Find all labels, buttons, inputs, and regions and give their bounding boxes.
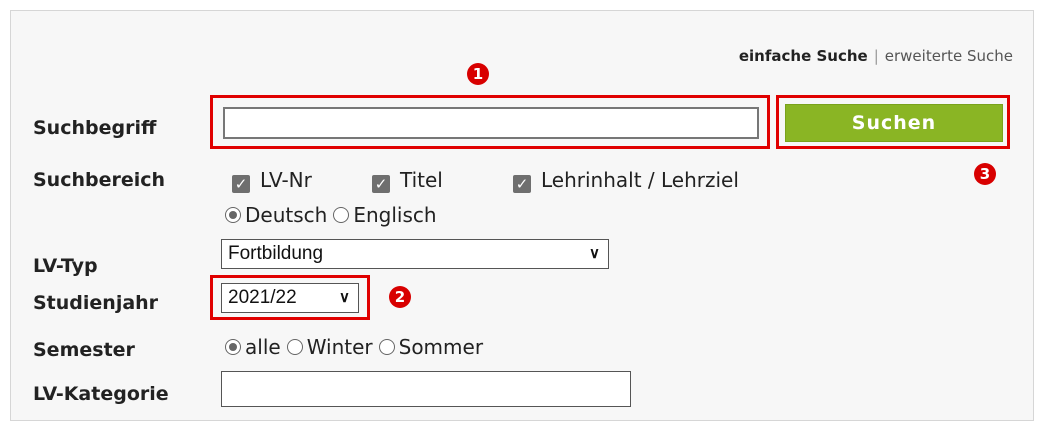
checkbox-lv-nr[interactable]: ✓ LV-Nr xyxy=(232,168,312,193)
radio-unchecked-icon xyxy=(333,207,350,223)
label-suchbegriff: Suchbegriff xyxy=(33,117,157,139)
checkbox-label: Lehrinhalt / Lehrziel xyxy=(541,168,739,192)
radio-label: Winter xyxy=(306,335,373,359)
search-button[interactable]: Suchen xyxy=(785,104,1003,142)
chevron-down-icon: ∨ xyxy=(589,245,600,262)
radio-checked-icon xyxy=(225,207,241,223)
lv-typ-selected-value: Fortbildung xyxy=(228,243,324,264)
annotation-badge-2: 2 xyxy=(389,286,411,308)
simple-search-link[interactable]: einfache Suche xyxy=(739,47,868,65)
checkbox-checked-icon: ✓ xyxy=(513,175,531,193)
checkbox-titel[interactable]: ✓ Titel xyxy=(372,168,443,193)
lv-typ-select[interactable]: Fortbildung ∨ xyxy=(221,239,609,269)
semester-radio-group: alle Winter Sommer xyxy=(225,335,489,359)
label-studienjahr: Studienjahr xyxy=(33,292,159,314)
radio-checked-icon xyxy=(225,339,241,355)
search-input[interactable] xyxy=(223,107,759,139)
checkbox-lehrinhalt[interactable]: ✓ Lehrinhalt / Lehrziel xyxy=(513,168,739,193)
language-radio-group: Deutsch Englisch xyxy=(225,203,443,227)
mode-separator: | xyxy=(873,47,879,65)
radio-sommer[interactable]: Sommer xyxy=(378,335,484,359)
advanced-search-link[interactable]: erweiterte Suche xyxy=(885,47,1013,65)
radio-englisch[interactable]: Englisch xyxy=(333,203,437,227)
chevron-down-icon: ∨ xyxy=(339,289,350,306)
radio-label: Englisch xyxy=(353,203,437,227)
label-suchbereich: Suchbereich xyxy=(33,169,166,191)
label-lv-typ: LV-Typ xyxy=(33,255,98,277)
studienjahr-selected-value: 2021/22 xyxy=(228,287,297,308)
radio-unchecked-icon xyxy=(378,339,395,355)
radio-alle[interactable]: alle xyxy=(225,335,281,359)
radio-deutsch[interactable]: Deutsch xyxy=(225,203,327,227)
search-mode-links: einfache Suche | erweiterte Suche xyxy=(739,47,1013,65)
annotation-badge-1: 1 xyxy=(467,63,489,85)
checkbox-checked-icon: ✓ xyxy=(232,175,250,193)
search-panel: einfache Suche | erweiterte Suche 1 Suchbe… xyxy=(10,10,1034,421)
studienjahr-select[interactable]: 2021/22 ∨ xyxy=(221,283,359,313)
annotation-badge-3: 3 xyxy=(974,163,996,185)
radio-label: alle xyxy=(245,335,281,359)
label-semester: Semester xyxy=(33,339,135,361)
lv-kategorie-input[interactable] xyxy=(221,371,631,407)
checkbox-label: LV-Nr xyxy=(260,168,312,192)
radio-label: Sommer xyxy=(398,335,484,359)
checkbox-label: Titel xyxy=(400,168,443,192)
radio-label: Deutsch xyxy=(245,203,328,227)
label-lv-kategorie: LV-Kategorie xyxy=(33,383,169,405)
checkbox-checked-icon: ✓ xyxy=(372,175,390,193)
radio-unchecked-icon xyxy=(286,339,303,355)
radio-winter[interactable]: Winter xyxy=(286,335,373,359)
